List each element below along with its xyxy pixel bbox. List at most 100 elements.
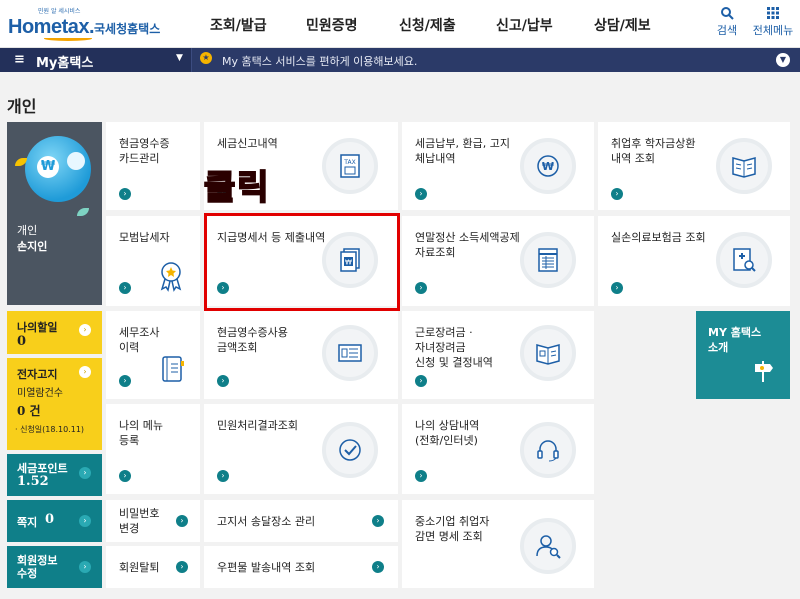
profile-name: 손지인 (17, 240, 48, 253)
logo-korean: 국세청홈택스 (94, 22, 161, 36)
my-hometax-bar: ≡ My홈택스 ▼ ★ My 홈택스 서비스를 편하게 이용해보세요. ▼ (0, 48, 800, 72)
my-hometax-dropdown[interactable]: ≡ My홈택스 ▼ (0, 48, 192, 72)
card-label: 취업후 학자금상환 내역 조회 (611, 137, 696, 165)
go-arrow-icon: › (611, 188, 623, 200)
card-label: 실손의료보험금 조회 (611, 231, 706, 244)
user-search-icon (520, 518, 576, 574)
member-info-card[interactable]: 회원정보 수정 › (7, 546, 102, 588)
won-coin-icon: ₩ (520, 138, 576, 194)
mascot-globe-icon: ₩ (25, 136, 91, 202)
notebook-icon (162, 356, 184, 382)
password-change-card[interactable]: 비밀번호 변경 › (106, 500, 200, 542)
nav-consult-report[interactable]: 상담/제보 (594, 15, 651, 35)
my-hometax-message: My 홈택스 서비스를 편하게 이용해보세요. (222, 55, 418, 68)
hometax-logo[interactable]: 민원 알 세시비스 Hometax. 국세청홈택스 (8, 6, 161, 42)
search-label: 검색 (716, 24, 738, 37)
card-label: 중소기업 취업자 감면 명세 조회 (415, 515, 490, 543)
go-arrow-icon: › (119, 188, 131, 200)
student-loan-card[interactable]: 취업후 학자금상환 내역 조회 › (598, 122, 790, 210)
chevron-right-icon: › (79, 467, 91, 479)
card-label: 현금영수증 카드관리 (119, 137, 170, 165)
consult-history-card[interactable]: 나의 상담내역 (전화/인터넷) › (402, 404, 594, 494)
headset-icon (520, 422, 576, 478)
sme-tax-exempt-card[interactable]: 중소기업 취업자 감면 명세 조회 (402, 500, 594, 588)
svg-text:TAX: TAX (343, 159, 355, 166)
all-menu-label: 전체메뉴 (752, 24, 794, 37)
go-arrow-icon: › (372, 515, 384, 527)
e-notice-label: 전자고지 (17, 368, 58, 381)
messages-label: 쪽지 (17, 516, 38, 529)
mail-history-card[interactable]: 우편물 발송내역 조회 › (204, 546, 398, 588)
check-circle-icon (322, 422, 378, 478)
expand-toggle-icon[interactable]: ▼ (776, 53, 790, 67)
profile-panel: ₩ 개인 손지인 (7, 122, 102, 305)
card-label: 우편물 발송내역 조회 (217, 561, 316, 574)
tax-audit-card[interactable]: 세무조사 이력 › (106, 311, 200, 399)
e-notice-unread-label: 미열람건수 (17, 388, 63, 399)
search-icon (721, 7, 734, 20)
card-label: 세무조사 이력 (119, 326, 160, 354)
card-label: 세금신고내역 (217, 137, 278, 150)
medical-insurance-card[interactable]: 실손의료보험금 조회 › (598, 216, 790, 306)
won-coin-icon: ₩ (37, 156, 59, 178)
my-hometax-title: My홈택스 (36, 56, 94, 71)
card-label: 연말정산 소득세액공제 자료조회 (415, 231, 520, 259)
card-label: 모범납세자 (119, 231, 170, 244)
open-book-icon (716, 138, 772, 194)
caret-down-icon: ▼ (176, 53, 183, 63)
chevron-right-icon: › (79, 324, 91, 336)
year-end-settlement-card[interactable]: 연말정산 소득세액공제 자료조회 › (402, 216, 594, 306)
e-notice-card[interactable]: 전자고지 › 미열람건수 0 건 · 신청일(18.10.11) (7, 358, 102, 450)
chevron-right-icon: › (79, 561, 91, 573)
tax-points-value: 1.52 (17, 474, 49, 489)
card-label: 세금납부, 환급, 고지 체납내역 (415, 137, 510, 165)
receipt-list-icon (322, 325, 378, 381)
nav-apply-submit[interactable]: 신청/제출 (399, 15, 456, 35)
search-button[interactable]: 검색 (707, 6, 747, 38)
go-arrow-icon: › (119, 375, 131, 387)
all-menu-button[interactable]: 전체메뉴 (750, 6, 796, 38)
my-tasks-count: 0 (17, 334, 27, 349)
earned-income-credit-card[interactable]: 근로장려금 · 자녀장려금 신청 및 결정내역 › (402, 311, 594, 399)
signpost-icon (755, 361, 773, 382)
notice-address-card[interactable]: 고지서 송달장소 관리 › (204, 500, 398, 542)
tax-document-icon: TAX (322, 138, 378, 194)
section-title: 개인 (7, 97, 37, 116)
tax-payment-refund-card[interactable]: 세금납부, 환급, 고지 체납내역 › ₩ (402, 122, 594, 210)
spreadsheet-icon (520, 232, 576, 288)
hamburger-icon: ≡ (14, 52, 25, 67)
cash-receipt-usage-card[interactable]: 현금영수증사용 금액조회 › (204, 311, 398, 399)
cash-receipt-card-card[interactable]: 현금영수증 카드관리 › (106, 122, 200, 210)
star-icon: ★ (200, 52, 212, 64)
card-label: 고지서 송달장소 관리 (217, 515, 316, 528)
mascot-face-icon (67, 152, 85, 170)
my-menu-register-card[interactable]: 나의 메뉴 등록 › (106, 404, 200, 494)
grid-icon (767, 7, 779, 19)
withdraw-membership-card[interactable]: 회원탈퇴 › (106, 546, 200, 588)
my-hometax-intro-card[interactable]: MY 홈택스 소개 (696, 311, 790, 399)
top-header: 민원 알 세시비스 Hometax. 국세청홈택스 조회/발급 민원증명 신청/… (0, 0, 800, 48)
go-arrow-icon: › (217, 470, 229, 482)
model-taxpayer-card[interactable]: 모범납세자 › (106, 216, 200, 306)
nav-report-pay[interactable]: 신고/납부 (496, 15, 553, 35)
card-label: 민원처리결과조회 (217, 419, 298, 432)
go-arrow-icon: › (217, 375, 229, 387)
go-arrow-icon: › (415, 188, 427, 200)
nav-civil-certificate[interactable]: 민원증명 (306, 15, 358, 35)
leaf-icon (77, 208, 89, 216)
e-notice-apply-date: · 신청일(18.10.11) (15, 425, 85, 434)
go-arrow-icon: › (372, 561, 384, 573)
logo-swoosh (44, 36, 92, 41)
click-highlight-box (204, 213, 400, 311)
go-arrow-icon: › (415, 470, 427, 482)
go-arrow-icon: › (119, 470, 131, 482)
member-info-label: 회원정보 수정 (17, 554, 58, 580)
my-tasks-card[interactable]: 나의할일 0 › (7, 311, 102, 354)
award-medal-icon (160, 262, 182, 292)
card-label: 현금영수증사용 금액조회 (217, 326, 288, 354)
chevron-right-icon: › (79, 515, 91, 527)
nav-inquiry-issue[interactable]: 조회/발급 (210, 15, 267, 35)
civil-petition-result-card[interactable]: 민원처리결과조회 › (204, 404, 398, 494)
tax-points-card[interactable]: 세금포인트 1.52 › (7, 454, 102, 496)
messages-card[interactable]: 쪽지 0 › (7, 500, 102, 542)
